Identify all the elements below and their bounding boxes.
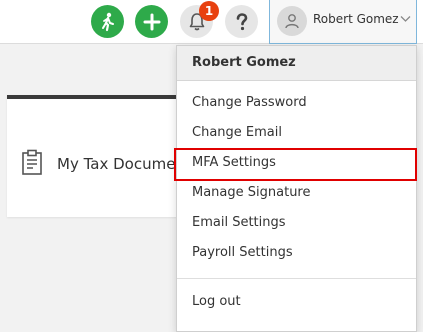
walking-person-icon [101,12,114,31]
clipboard-icon [22,149,42,175]
question-mark-icon [236,12,247,30]
notification-count-badge: 1 [199,1,219,21]
add-button[interactable] [135,5,168,38]
menu-item-change-email[interactable]: Change Email [192,125,282,140]
menu-item-mfa-settings[interactable]: MFA Settings [192,155,276,170]
chevron-down-icon [400,16,411,22]
user-menu-toggle[interactable]: Robert Gomez [269,0,417,44]
avatar [277,6,307,36]
menu-item-email-settings[interactable]: Email Settings [192,215,286,230]
user-name: Robert Gomez [313,12,399,26]
user-dropdown-menu: Robert Gomez Change Password Change Emai… [174,45,417,332]
plus-icon [143,13,160,30]
menu-divider [177,278,416,279]
help-button[interactable] [225,5,258,38]
guided-tour-button[interactable] [91,5,124,38]
menu-item-manage-signature[interactable]: Manage Signature [192,185,311,200]
menu-item-log-out[interactable]: Log out [192,294,241,309]
dropdown-user-name: Robert Gomez [192,55,296,70]
dropdown-header: Robert Gomez [177,46,416,81]
user-icon [285,14,299,29]
menu-item-change-password[interactable]: Change Password [192,95,307,110]
top-bar: 1 Robert Gomez [0,0,423,44]
card-title: My Tax Docume [57,155,176,173]
menu-item-payroll-settings[interactable]: Payroll Settings [192,245,293,260]
